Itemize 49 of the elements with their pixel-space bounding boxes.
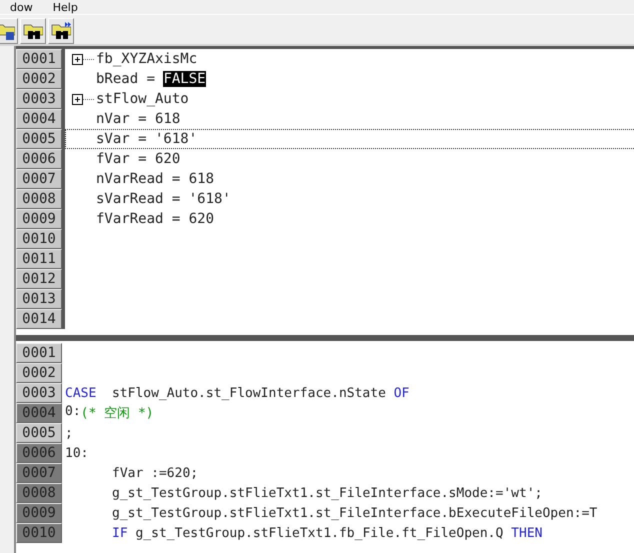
line-number: 0005 [16,129,62,149]
watch-variable: sVarRead = '618' [96,191,231,207]
watch-variable: bRead = [96,71,156,87]
line-number: 0005 [16,423,62,443]
watch-variable: stFlow_Auto [96,91,189,107]
line-number: 0004 [16,403,62,423]
menu-item[interactable]: dow [10,0,33,14]
line-number: 0002 [16,69,62,89]
code-line: 10: [65,446,88,460]
line-number: 0003 [16,383,62,403]
line-number: 0011 [16,249,62,269]
expand-icon[interactable] [72,54,94,64]
code-line: IF g_st_TestGroup.stFlieTxt1.fb_File.ft_FileOpen.Q THEN [112,526,542,540]
watch-variable: fVar = 620 [96,151,180,167]
toolbar-button[interactable] [48,18,74,44]
line-number: 0007 [16,463,62,483]
code-line: CASE stFlow_Auto.st_FlowInterface.nState OF [65,386,410,400]
line-number: 0008 [16,483,62,503]
line-number: 0003 [16,89,62,109]
watch-variable: nVarRead = 618 [96,171,214,187]
watch-variable: nVar = 618 [96,111,180,127]
line-number: 0013 [16,289,62,309]
line-number: 0001 [16,343,62,363]
line-number: 0012 [16,269,62,289]
code-line: g_st_TestGroup.stFlieTxt1.st_FileInterface.bExecuteFileOpen:=T [112,506,598,520]
watch-variable: fb_XYZAxisMc [96,51,198,67]
line-number: 0007 [16,169,62,189]
line-number: 0009 [16,209,62,229]
line-number: 0009 [16,503,62,523]
line-number: 0010 [16,523,62,543]
watch-value: FALSE [163,71,206,87]
toolbar-button[interactable] [20,18,46,44]
line-number: 0014 [16,309,62,329]
line-number: 0010 [16,229,62,249]
folder-binoculars-arrow-icon [51,20,71,40]
line-number: 0008 [16,189,62,209]
line-number: 0006 [16,443,62,463]
code-line: ; [65,426,73,440]
menu-item[interactable]: Help [52,0,78,14]
expand-icon[interactable] [72,94,94,104]
line-number: 0002 [16,363,62,383]
code-line: 0:(* 空闲 *) [65,404,154,422]
watch-variable: fVarRead = 620 [96,211,214,227]
code-line: fVar :=620; [112,466,198,480]
line-number: 0001 [16,49,62,69]
line-number: 0006 [16,149,62,169]
line-number: 0004 [16,109,62,129]
code-line: g_st_TestGroup.stFlieTxt1.st_FileInterface.sMode:='wt'; [112,486,542,500]
watch-variable: sVar = '618' [96,131,198,147]
